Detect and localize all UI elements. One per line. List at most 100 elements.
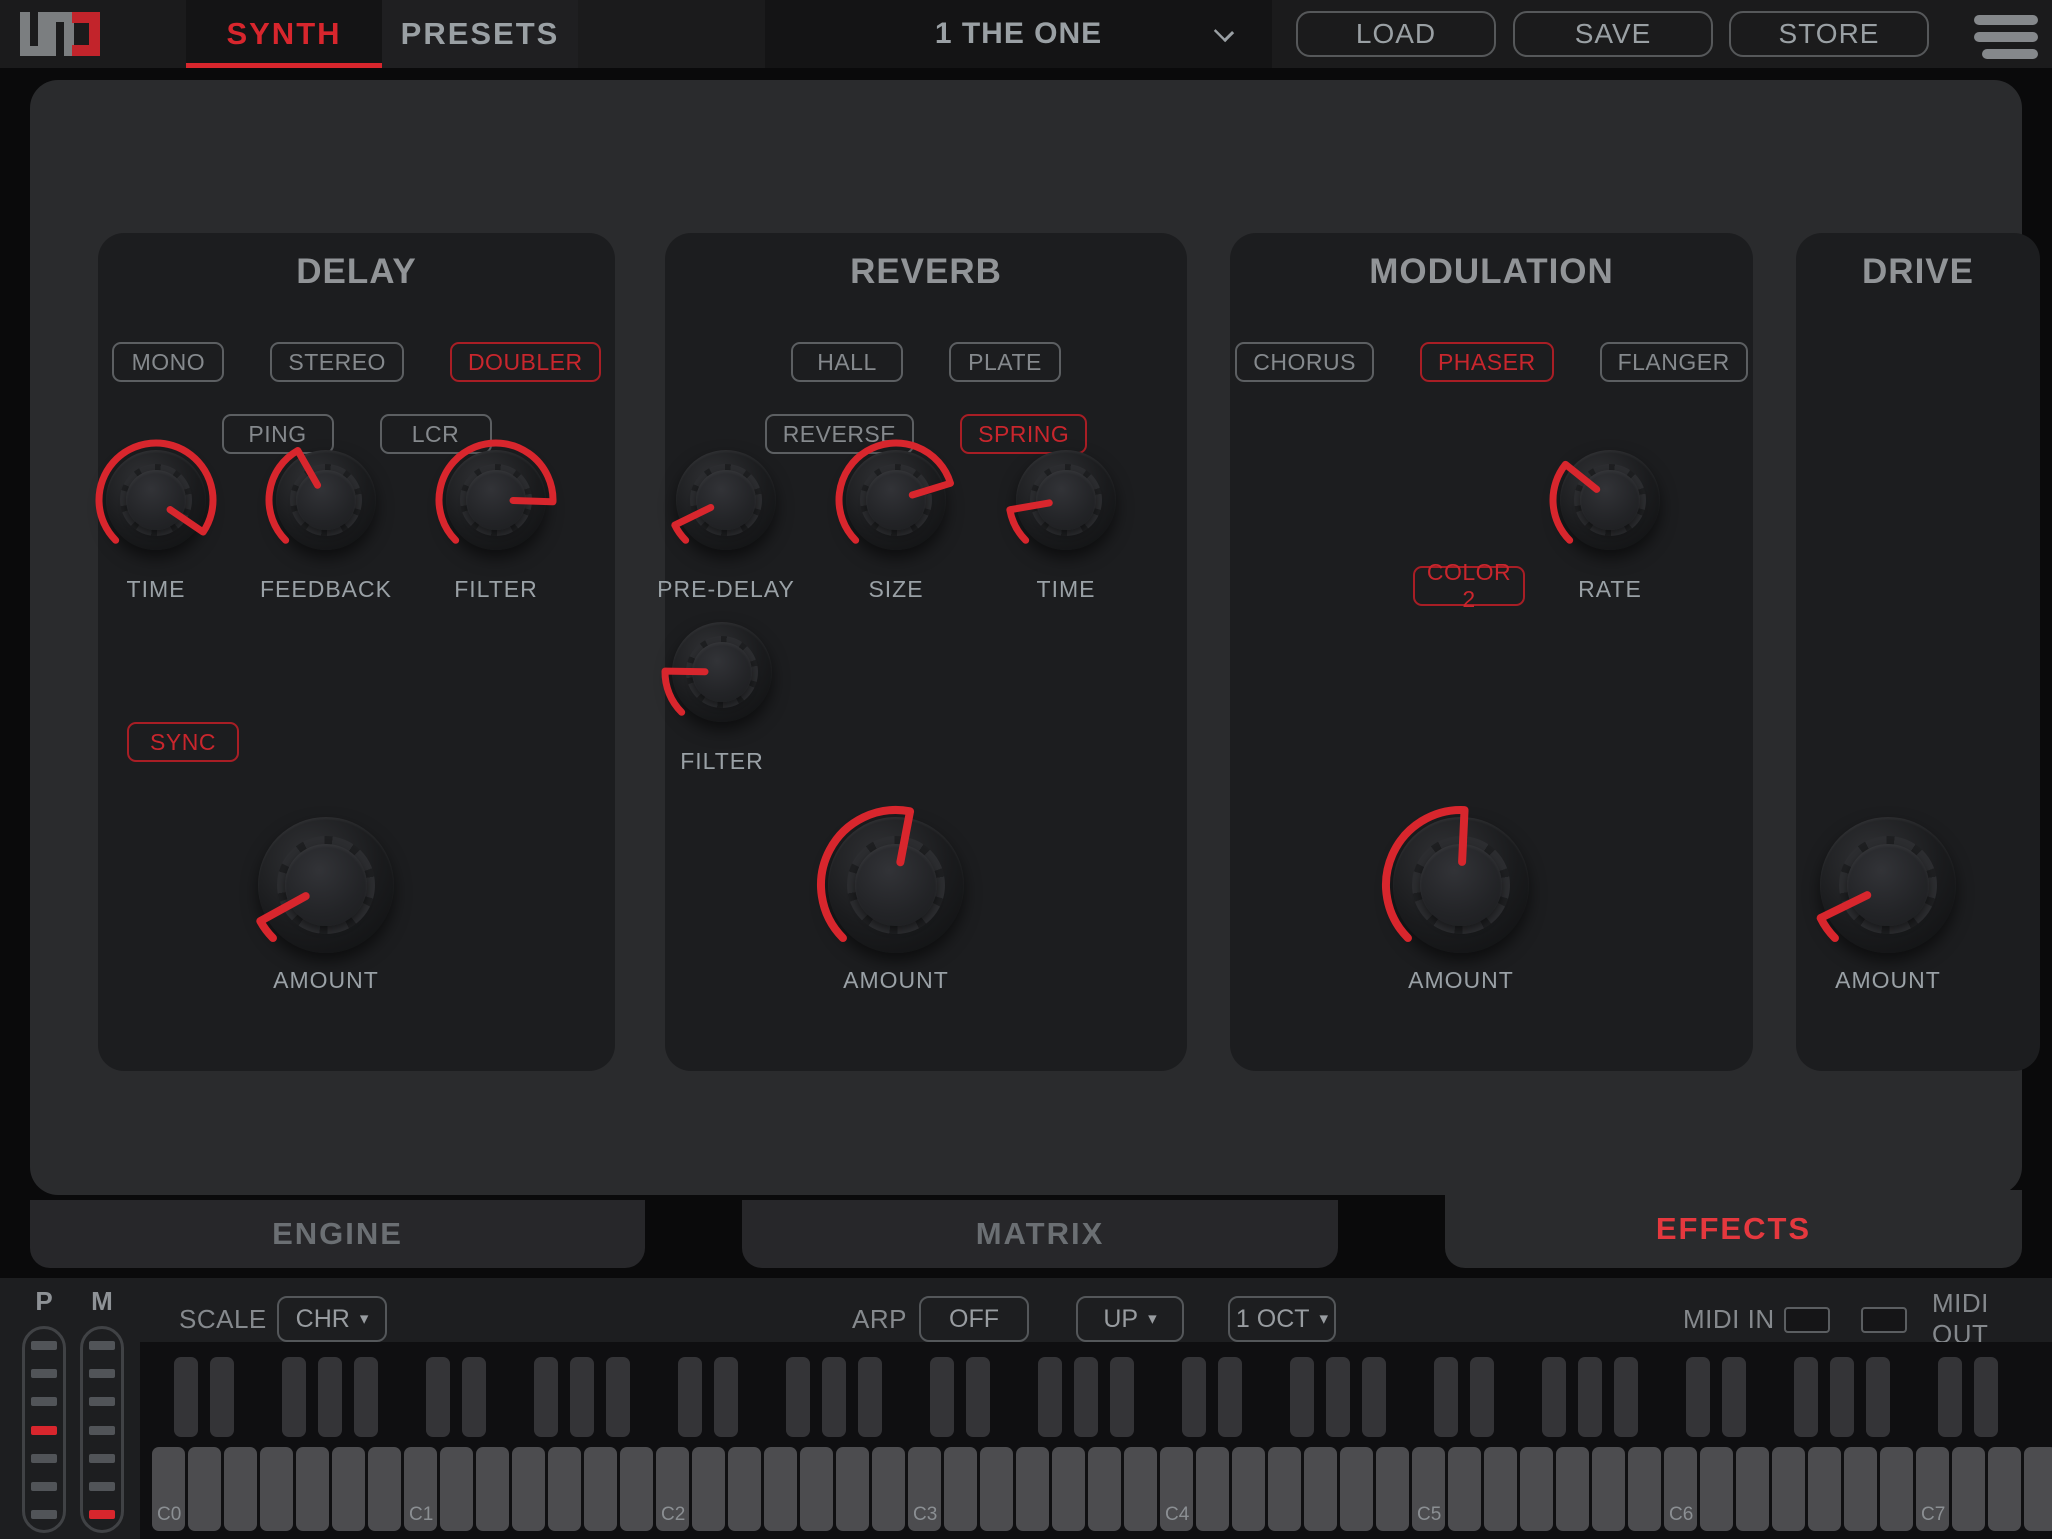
black-key[interactable]: [426, 1357, 450, 1437]
arp-range-select[interactable]: 1 OCT ▾: [1228, 1296, 1336, 1342]
tab-presets[interactable]: PRESETS: [382, 0, 578, 68]
black-key[interactable]: [1974, 1357, 1998, 1437]
white-key[interactable]: C4: [1160, 1447, 1193, 1531]
white-key[interactable]: [1016, 1447, 1049, 1531]
white-key[interactable]: [944, 1447, 977, 1531]
delay-mode-mono[interactable]: MONO: [112, 342, 224, 382]
black-key[interactable]: [1326, 1357, 1350, 1437]
black-key[interactable]: [1110, 1357, 1134, 1437]
reverb-mode-reverse[interactable]: REVERSE: [765, 414, 914, 454]
white-key[interactable]: [1304, 1447, 1337, 1531]
mod-mode-phaser[interactable]: PHASER: [1420, 342, 1554, 382]
black-key[interactable]: [606, 1357, 630, 1437]
mod-amount-knob[interactable]: [1393, 817, 1529, 953]
delay-mode-lcr[interactable]: LCR: [380, 414, 492, 454]
white-key[interactable]: [1808, 1447, 1841, 1531]
black-key[interactable]: [1722, 1357, 1746, 1437]
white-key[interactable]: [260, 1447, 293, 1531]
reverb-predelay-knob[interactable]: [676, 450, 776, 550]
white-key[interactable]: [1340, 1447, 1373, 1531]
page-tab-matrix[interactable]: MATRIX: [742, 1200, 1338, 1268]
white-key[interactable]: C5: [1412, 1447, 1445, 1531]
mod-mode-flanger[interactable]: FLANGER: [1600, 342, 1748, 382]
delay-sync-button[interactable]: SYNC: [127, 722, 239, 762]
white-key[interactable]: [980, 1447, 1013, 1531]
store-button[interactable]: STORE: [1729, 11, 1929, 57]
black-key[interactable]: [786, 1357, 810, 1437]
white-key[interactable]: [1952, 1447, 1985, 1531]
black-key[interactable]: [1038, 1357, 1062, 1437]
white-key[interactable]: [1736, 1447, 1769, 1531]
white-key[interactable]: [440, 1447, 473, 1531]
white-key[interactable]: [1448, 1447, 1481, 1531]
arp-direction-select[interactable]: UP ▾: [1076, 1296, 1184, 1342]
white-key[interactable]: [1556, 1447, 1589, 1531]
pitch-wheel-slider[interactable]: [22, 1326, 66, 1533]
delay-feedback-knob[interactable]: [276, 450, 376, 550]
white-key[interactable]: [1772, 1447, 1805, 1531]
white-key[interactable]: C7: [1916, 1447, 1949, 1531]
black-key[interactable]: [1830, 1357, 1854, 1437]
black-key[interactable]: [570, 1357, 594, 1437]
white-key[interactable]: [296, 1447, 329, 1531]
tab-synth[interactable]: SYNTH: [186, 0, 382, 68]
black-key[interactable]: [1074, 1357, 1098, 1437]
white-key[interactable]: [1196, 1447, 1229, 1531]
black-key[interactable]: [714, 1357, 738, 1437]
delay-filter-knob[interactable]: [446, 450, 546, 550]
white-key[interactable]: [1700, 1447, 1733, 1531]
white-key[interactable]: [512, 1447, 545, 1531]
white-key[interactable]: [476, 1447, 509, 1531]
reverb-size-knob[interactable]: [846, 450, 946, 550]
black-key[interactable]: [1542, 1357, 1566, 1437]
white-key[interactable]: C3: [908, 1447, 941, 1531]
reverb-amount-knob[interactable]: [828, 817, 964, 953]
reverb-mode-plate[interactable]: PLATE: [949, 342, 1061, 382]
white-key[interactable]: [620, 1447, 653, 1531]
white-key[interactable]: [1592, 1447, 1625, 1531]
black-key[interactable]: [1686, 1357, 1710, 1437]
white-key[interactable]: [1628, 1447, 1661, 1531]
delay-amount-knob[interactable]: [258, 817, 394, 953]
white-key[interactable]: [836, 1447, 869, 1531]
white-key[interactable]: [1124, 1447, 1157, 1531]
black-key[interactable]: [1218, 1357, 1242, 1437]
white-key[interactable]: [1880, 1447, 1913, 1531]
white-key[interactable]: [1484, 1447, 1517, 1531]
black-key[interactable]: [318, 1357, 342, 1437]
black-key[interactable]: [1182, 1357, 1206, 1437]
white-key[interactable]: [728, 1447, 761, 1531]
keyboard[interactable]: C0C1C2C3C4C5C6C7: [140, 1342, 2052, 1539]
page-tab-engine[interactable]: ENGINE: [30, 1200, 645, 1268]
reverb-time-knob[interactable]: [1016, 450, 1116, 550]
save-button[interactable]: SAVE: [1513, 11, 1713, 57]
black-key[interactable]: [858, 1357, 882, 1437]
white-key[interactable]: [368, 1447, 401, 1531]
black-key[interactable]: [282, 1357, 306, 1437]
white-key[interactable]: C6: [1664, 1447, 1697, 1531]
load-button[interactable]: LOAD: [1296, 11, 1496, 57]
white-key[interactable]: [548, 1447, 581, 1531]
black-key[interactable]: [678, 1357, 702, 1437]
arp-toggle-button[interactable]: OFF: [919, 1296, 1029, 1342]
page-tab-effects[interactable]: EFFECTS: [1445, 1190, 2022, 1268]
white-key[interactable]: [1088, 1447, 1121, 1531]
mod-color-button[interactable]: COLOR 2: [1413, 566, 1525, 606]
mod-mode-chorus[interactable]: CHORUS: [1235, 342, 1374, 382]
white-key[interactable]: [2024, 1447, 2052, 1531]
white-key[interactable]: C0: [152, 1447, 185, 1531]
black-key[interactable]: [930, 1357, 954, 1437]
white-key[interactable]: C1: [404, 1447, 437, 1531]
black-key[interactable]: [1614, 1357, 1638, 1437]
black-key[interactable]: [174, 1357, 198, 1437]
black-key[interactable]: [1470, 1357, 1494, 1437]
black-key[interactable]: [534, 1357, 558, 1437]
delay-mode-ping[interactable]: PING: [222, 414, 334, 454]
black-key[interactable]: [822, 1357, 846, 1437]
white-key[interactable]: [1376, 1447, 1409, 1531]
white-key[interactable]: [764, 1447, 797, 1531]
black-key[interactable]: [462, 1357, 486, 1437]
white-key[interactable]: [188, 1447, 221, 1531]
reverb-filter-knob[interactable]: [672, 622, 772, 722]
white-key[interactable]: [1844, 1447, 1877, 1531]
